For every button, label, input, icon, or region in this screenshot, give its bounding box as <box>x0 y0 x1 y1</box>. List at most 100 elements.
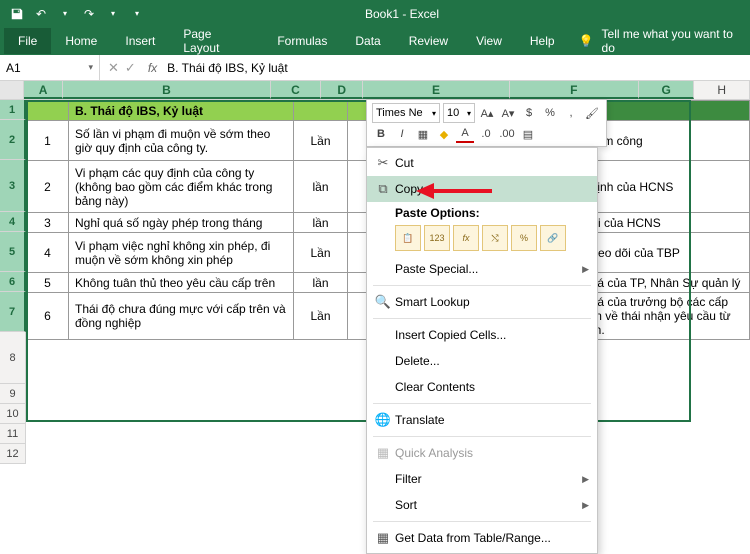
row-header-4[interactable]: 4 <box>0 212 26 232</box>
border-icon[interactable]: ▦ <box>414 125 432 143</box>
col-header-a[interactable]: A <box>24 81 63 99</box>
cell-unit[interactable]: Lần <box>294 121 348 161</box>
paste-formatting-icon[interactable]: % <box>511 225 537 251</box>
cell-desc[interactable]: Không tuân thủ theo yêu cầu cấp trên <box>69 273 294 293</box>
tab-file[interactable]: File <box>4 28 51 54</box>
cell-desc[interactable]: Số lần vi phạm đi muộn về sớm theo giờ q… <box>69 121 294 161</box>
paste-formulas-icon[interactable]: fx <box>453 225 479 251</box>
row-header-5[interactable]: 5 <box>0 232 26 272</box>
row-header-12[interactable]: 12 <box>0 444 26 464</box>
col-header-b[interactable]: B <box>63 81 271 99</box>
decrease-font-icon[interactable]: A▾ <box>499 104 517 122</box>
row-header-9[interactable]: 9 <box>0 384 26 404</box>
col-header-e[interactable]: E <box>363 81 509 99</box>
col-header-c[interactable]: C <box>271 81 321 99</box>
row-header-6[interactable]: 6 <box>0 272 26 292</box>
menu-get-data[interactable]: ▦ Get Data from Table/Range... <box>367 525 597 551</box>
row-header-11[interactable]: 11 <box>0 424 26 444</box>
cell-desc[interactable]: Vi phạm các quy định của công ty (không … <box>69 161 294 213</box>
tell-me[interactable]: 💡 Tell me what you want to do <box>579 27 746 55</box>
col-header-h[interactable]: H <box>694 81 750 99</box>
cell-num[interactable]: 5 <box>27 273 69 293</box>
tab-page-layout[interactable]: Page Layout <box>169 21 263 61</box>
menu-copy[interactable]: ⧉ Copy <box>367 176 597 202</box>
decrease-decimal-icon[interactable]: .0 <box>477 125 495 143</box>
font-color-icon[interactable]: A <box>456 125 474 143</box>
italic-icon[interactable]: I <box>393 125 411 143</box>
tab-view[interactable]: View <box>462 28 516 54</box>
font-picker[interactable]: Times Ne▾ <box>372 103 440 123</box>
cell-unit[interactable]: lần <box>294 273 348 293</box>
cell-num[interactable]: 1 <box>27 121 69 161</box>
tab-insert[interactable]: Insert <box>111 28 169 54</box>
row-header-7[interactable]: 7 <box>0 292 26 332</box>
cell-reference: A1 <box>6 61 21 75</box>
cell-desc[interactable]: Nghỉ quá số ngày phép trong tháng <box>69 213 294 233</box>
submenu-arrow-icon: ▶ <box>582 264 589 275</box>
cell-num[interactable]: 6 <box>27 293 69 340</box>
tab-formulas[interactable]: Formulas <box>263 28 341 54</box>
redo-dropdown-icon[interactable]: ▾ <box>104 5 122 23</box>
bold-icon[interactable]: B <box>372 125 390 143</box>
increase-font-icon[interactable]: A▴ <box>478 104 496 122</box>
menu-sort[interactable]: Sort ▶ <box>367 492 597 518</box>
tab-data[interactable]: Data <box>341 28 394 54</box>
tab-home[interactable]: Home <box>51 28 111 54</box>
menu-cut[interactable]: ✂ Cut <box>367 150 597 176</box>
paste-values-icon[interactable]: 123 <box>424 225 450 251</box>
bulb-icon: 💡 <box>579 34 594 48</box>
save-icon[interactable] <box>8 5 26 23</box>
name-box[interactable]: A1 ▾ <box>0 55 100 80</box>
col-header-d[interactable]: D <box>321 81 364 99</box>
menu-paste-special[interactable]: Paste Special... ▶ <box>367 256 597 282</box>
menu-delete[interactable]: Delete... <box>367 348 597 374</box>
format-painter-icon[interactable]: 🖌 <box>583 104 601 122</box>
cancel-icon[interactable]: ✕ <box>108 60 119 76</box>
formula-input[interactable]: B. Thái độ IBS, Kỷ luật <box>161 61 750 75</box>
font-size-picker[interactable]: 10▾ <box>443 103 475 123</box>
menu-filter[interactable]: Filter ▶ <box>367 466 597 492</box>
row-header-1[interactable]: 1 <box>0 100 26 120</box>
cell-desc[interactable]: Vi phạm việc nghỉ không xin phép, đi muộ… <box>69 233 294 273</box>
row-header-10[interactable]: 10 <box>0 404 26 424</box>
enter-icon[interactable]: ✓ <box>125 60 136 76</box>
fill-color-icon[interactable]: ◆ <box>435 125 453 143</box>
paste-transpose-icon[interactable]: ⤭ <box>482 225 508 251</box>
column-headers: ABCDEFGH <box>0 81 750 100</box>
paste-icon[interactable]: 📋 <box>395 225 421 251</box>
cell-desc[interactable]: Thái độ chưa đúng mực với cấp trên và đồ… <box>69 293 294 340</box>
cell-unit[interactable]: Lần <box>294 233 348 273</box>
undo-icon[interactable]: ↶ <box>32 5 50 23</box>
menu-translate[interactable]: 🌐 Translate <box>367 407 597 433</box>
row-header-3[interactable]: 3 <box>0 160 26 212</box>
col-header-f[interactable]: F <box>510 81 639 99</box>
menu-insert-cells[interactable]: Insert Copied Cells... <box>367 322 597 348</box>
cell-num[interactable]: 2 <box>27 161 69 213</box>
redo-icon[interactable]: ↷ <box>80 5 98 23</box>
cell-num[interactable]: 3 <box>27 213 69 233</box>
copy-icon: ⧉ <box>371 181 395 197</box>
percent-icon[interactable]: % <box>541 104 559 122</box>
comma-icon[interactable]: , <box>562 104 580 122</box>
merge-icon[interactable]: ▤ <box>519 125 537 143</box>
paste-options-header: Paste Options: <box>367 202 597 222</box>
cell-num[interactable]: 4 <box>27 233 69 273</box>
name-box-dropdown-icon[interactable]: ▾ <box>88 62 93 73</box>
cell-unit[interactable]: lần <box>294 161 348 213</box>
currency-icon[interactable]: $ <box>520 104 538 122</box>
fx-label[interactable]: fx <box>144 61 161 75</box>
undo-dropdown-icon[interactable]: ▾ <box>56 5 74 23</box>
cell-unit[interactable]: Lần <box>294 293 348 340</box>
row-header-8[interactable]: 8 <box>0 332 26 384</box>
menu-smart-lookup[interactable]: 🔍 Smart Lookup <box>367 289 597 315</box>
col-header-g[interactable]: G <box>639 81 695 99</box>
menu-clear-contents[interactable]: Clear Contents <box>367 374 597 400</box>
qa-customize-icon[interactable]: ▾ <box>128 5 146 23</box>
cell-unit[interactable]: lần <box>294 213 348 233</box>
tab-help[interactable]: Help <box>516 28 569 54</box>
increase-decimal-icon[interactable]: .00 <box>498 125 516 143</box>
paste-link-icon[interactable]: 🔗 <box>540 225 566 251</box>
row-header-2[interactable]: 2 <box>0 120 26 160</box>
select-all-corner[interactable] <box>0 81 24 99</box>
tab-review[interactable]: Review <box>395 28 462 54</box>
